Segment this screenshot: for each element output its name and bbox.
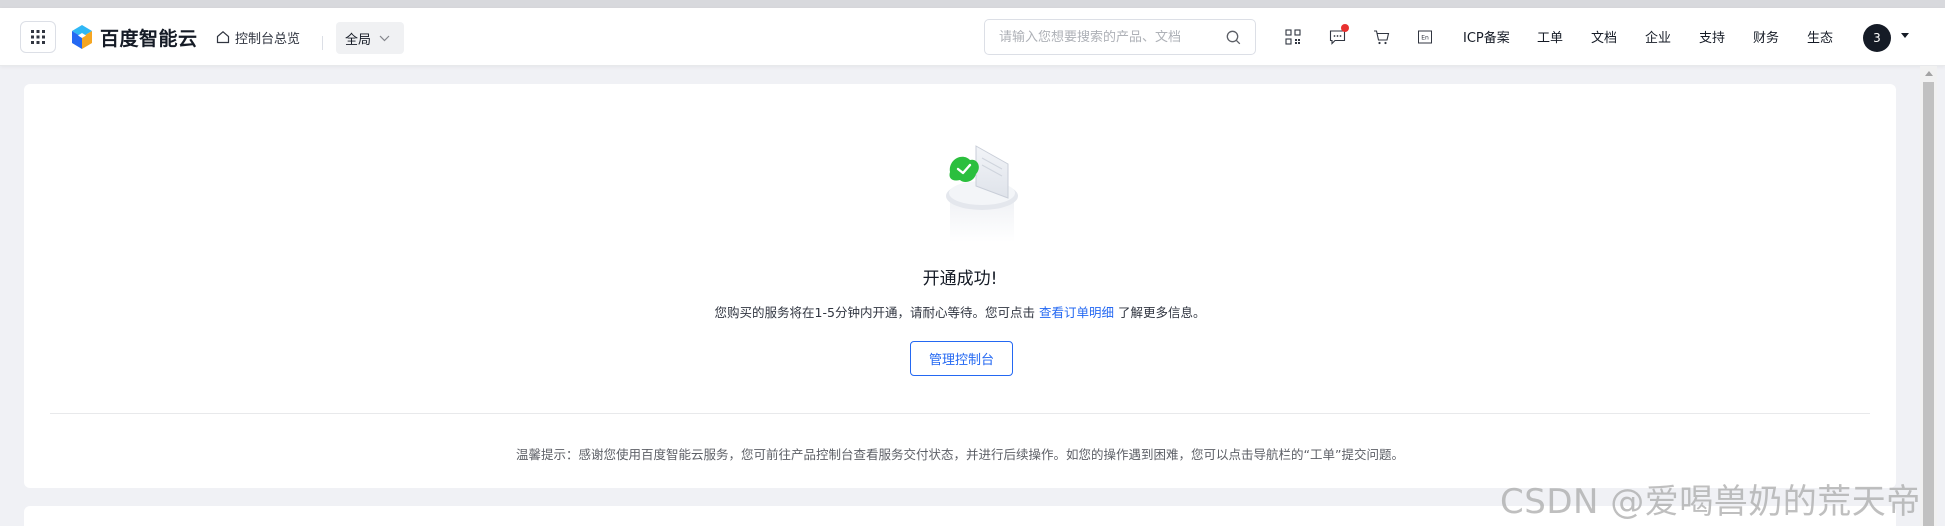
nav-icp[interactable]: ICP备案 — [1463, 27, 1510, 46]
search-box — [984, 19, 1256, 55]
messages-button[interactable] — [1326, 24, 1349, 48]
nav-docs[interactable]: 文档 — [1591, 27, 1617, 46]
scroll-up-arrow[interactable] — [1920, 66, 1937, 80]
apps-grid-icon — [31, 30, 45, 44]
card-divider — [50, 413, 1870, 414]
caret-down-icon[interactable] — [1900, 32, 1910, 39]
language-en-icon: En — [1418, 30, 1432, 44]
nav-finance[interactable]: 财务 — [1753, 27, 1779, 46]
console-overview-label: 控制台总览 — [235, 31, 301, 47]
warm-tip: 温馨提示：感谢您使用百度智能云服务，您可前往产品控制台查看服务交付状态，并进行后… — [516, 447, 1404, 462]
nav-ticket[interactable]: 工单 — [1537, 27, 1563, 46]
triangle-up-icon — [1924, 70, 1933, 76]
description-prefix: 您购买的服务将在1-5分钟内开通，请耐心等待。您可点击 — [714, 305, 1035, 320]
brand-logo-icon — [72, 25, 92, 49]
cart-icon — [1373, 30, 1389, 45]
apps-menu-button[interactable] — [20, 21, 56, 53]
svg-text:En: En — [1421, 35, 1429, 42]
avatar-badge: 3 — [1873, 31, 1881, 45]
vertical-scrollbar[interactable] — [1920, 66, 1937, 526]
home-icon — [216, 31, 230, 44]
scrollbar-thumb[interactable] — [1923, 82, 1934, 526]
nav-support[interactable]: 支持 — [1699, 27, 1725, 46]
nav-ecosystem[interactable]: 生态 — [1807, 27, 1833, 46]
region-selector[interactable]: 全局 — [336, 22, 404, 54]
region-label: 全局 — [345, 32, 372, 48]
description-suffix: 了解更多信息。 — [1117, 305, 1206, 320]
search-icon[interactable] — [1226, 30, 1241, 45]
user-avatar[interactable]: 3 — [1863, 24, 1891, 52]
cart-button[interactable] — [1370, 26, 1392, 48]
notification-dot — [1341, 24, 1349, 32]
manage-console-button[interactable]: 管理控制台 — [910, 341, 1013, 376]
nav-enterprise[interactable]: 企业 — [1645, 27, 1671, 46]
success-title: 开通成功! — [922, 269, 998, 289]
brand-logo[interactable]: 百度智能云 — [70, 22, 198, 52]
order-detail-link[interactable]: 查看订单明细 — [1039, 305, 1114, 320]
nav-divider — [322, 36, 323, 50]
success-description: 您购买的服务将在1-5分钟内开通，请耐心等待。您可点击 查看订单明细 了解更多信… — [24, 302, 1896, 321]
qrcode-button[interactable] — [1282, 26, 1304, 48]
result-card: 开通成功! 您购买的服务将在1-5分钟内开通，请耐心等待。您可点击 查看订单明细… — [24, 84, 1896, 488]
console-overview-link[interactable]: 控制台总览 — [216, 24, 300, 50]
browser-top-strip — [0, 0, 1945, 8]
chevron-down-icon — [379, 35, 390, 41]
brand-name: 百度智能云 — [100, 27, 198, 50]
search-input[interactable] — [999, 29, 1219, 45]
watermark: CSDN @爱喝兽奶的荒天帝 — [1500, 482, 1921, 522]
success-illustration-icon — [946, 145, 1018, 242]
language-button[interactable]: En — [1414, 26, 1436, 48]
top-navbar: 百度智能云 控制台总览 全局 请输入您想要搜索的产品、文档 En ICP备案 工… — [0, 8, 1945, 66]
qrcode-icon — [1285, 29, 1301, 45]
